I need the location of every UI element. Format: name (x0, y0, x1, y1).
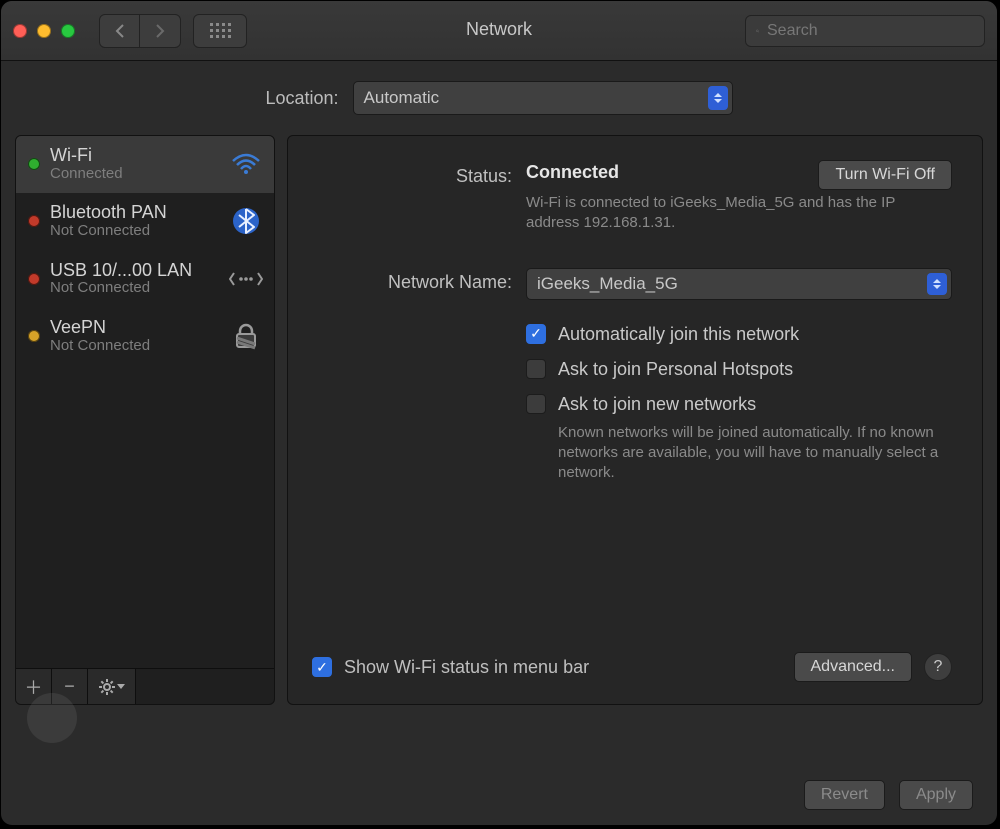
network-name-select[interactable]: iGeeks_Media_5G (526, 268, 952, 300)
stepper-icon (927, 273, 947, 295)
service-wifi[interactable]: Wi-Fi Connected (16, 136, 274, 193)
service-veepn[interactable]: VeePN Not Connected (16, 308, 274, 365)
service-name: USB 10/...00 LAN (50, 261, 218, 281)
remove-service-button[interactable]: − (52, 669, 88, 704)
service-status: Connected (50, 166, 218, 183)
service-name: Wi-Fi (50, 146, 218, 166)
location-value: Automatic (364, 88, 440, 108)
service-name: VeePN (50, 318, 218, 338)
status-label: Status: (312, 162, 512, 187)
grid-icon (210, 23, 231, 38)
ask-networks-label: Ask to join new networks (558, 394, 952, 415)
revert-button[interactable]: Revert (804, 780, 885, 810)
add-service-button[interactable]: ＋ (16, 669, 52, 704)
service-list: Wi-Fi Connected (16, 136, 274, 668)
ask-hotspot-checkbox[interactable] (526, 359, 546, 379)
details-panel: Status: Connected Wi-Fi is connected to … (287, 135, 983, 705)
service-usb-lan[interactable]: USB 10/...00 LAN Not Connected (16, 251, 274, 308)
show-menubar-checkbox[interactable]: ✓ (312, 657, 332, 677)
status-dot-icon (28, 330, 40, 342)
status-description: Wi-Fi is connected to iGeeks_Media_5G an… (526, 193, 906, 234)
gear-icon (99, 679, 115, 695)
bluetooth-icon (228, 205, 264, 237)
ethernet-icon (228, 267, 264, 291)
help-button[interactable]: ? (924, 653, 952, 681)
back-button[interactable] (100, 15, 140, 47)
service-status: Not Connected (50, 280, 218, 297)
service-status: Not Connected (50, 223, 218, 240)
apply-button[interactable]: Apply (899, 780, 973, 810)
network-name-value: iGeeks_Media_5G (537, 274, 678, 294)
service-bluetooth-pan[interactable]: Bluetooth PAN Not Connected (16, 193, 274, 250)
network-preferences-window: Network Location: Automatic Wi-Fi (0, 0, 998, 826)
ask-hotspot-label: Ask to join Personal Hotspots (558, 359, 793, 380)
service-actions-menu[interactable] (88, 669, 136, 704)
network-name-label: Network Name: (312, 268, 512, 293)
main-area: Wi-Fi Connected (1, 135, 997, 715)
search-input[interactable] (767, 22, 974, 40)
window-controls (13, 24, 75, 38)
stepper-icon (708, 86, 728, 110)
window-footer: Revert Apply (1, 765, 997, 825)
zoom-window-button[interactable] (61, 24, 75, 38)
ask-networks-checkbox[interactable] (526, 394, 546, 414)
service-sidebar: Wi-Fi Connected (15, 135, 275, 705)
status-dot-icon (28, 273, 40, 285)
status-dot-icon (28, 158, 40, 170)
location-select[interactable]: Automatic (353, 81, 733, 115)
ask-hotspot-checkbox-row: Ask to join Personal Hotspots (526, 359, 952, 380)
panel-bottom-row: ✓ Show Wi-Fi status in menu bar Advanced… (312, 652, 952, 682)
advanced-button[interactable]: Advanced... (794, 652, 913, 682)
ask-networks-checkbox-row: Ask to join new networks Known networks … (526, 394, 952, 484)
close-window-button[interactable] (13, 24, 27, 38)
forward-button[interactable] (140, 15, 180, 47)
service-name: Bluetooth PAN (50, 203, 218, 223)
auto-join-checkbox[interactable]: ✓ (526, 324, 546, 344)
location-row: Location: Automatic (1, 61, 997, 135)
search-icon (756, 23, 759, 39)
auto-join-label: Automatically join this network (558, 324, 799, 345)
show-menubar-label: Show Wi-Fi status in menu bar (344, 657, 589, 678)
show-all-button[interactable] (193, 14, 247, 48)
chevron-down-icon (117, 684, 125, 689)
search-field[interactable] (745, 15, 985, 47)
location-label: Location: (265, 88, 338, 109)
turn-wifi-off-button[interactable]: Turn Wi-Fi Off (818, 160, 952, 190)
status-dot-icon (28, 215, 40, 227)
nav-buttons (99, 14, 181, 48)
auto-join-checkbox-row: ✓ Automatically join this network (526, 324, 952, 345)
sidebar-tools: ＋ − (16, 668, 274, 704)
lock-icon (228, 322, 264, 350)
minimize-window-button[interactable] (37, 24, 51, 38)
status-value: Connected (526, 162, 619, 182)
titlebar: Network (1, 1, 997, 61)
service-status: Not Connected (50, 338, 218, 355)
wifi-icon (228, 153, 264, 175)
ask-networks-hint: Known networks will be joined automatica… (558, 423, 952, 484)
